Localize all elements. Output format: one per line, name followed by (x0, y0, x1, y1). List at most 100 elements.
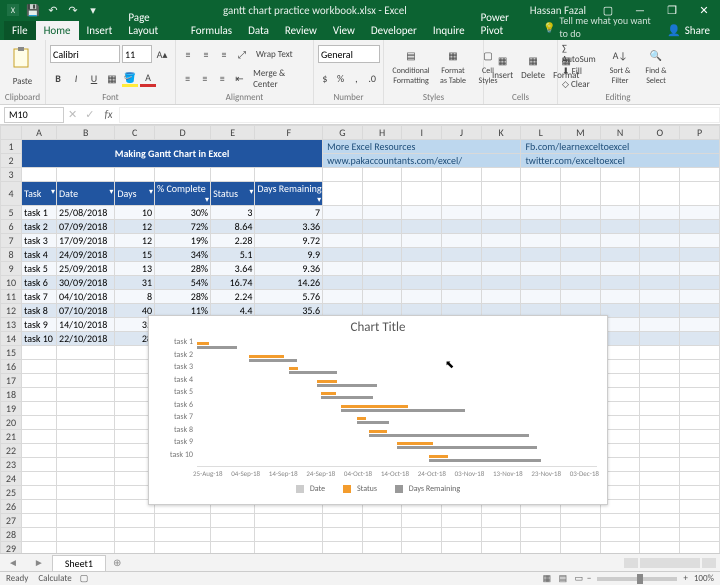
cell[interactable] (561, 514, 601, 528)
cell[interactable]: task 9 (22, 318, 57, 332)
cell[interactable]: 3.36 (255, 220, 323, 234)
align-top-icon[interactable]: ≡ (180, 46, 196, 62)
cell[interactable] (640, 514, 680, 528)
sheet-nav-next-icon[interactable]: ► (26, 556, 52, 569)
cell[interactable] (22, 528, 57, 542)
underline-icon[interactable]: U (86, 71, 102, 87)
col-header[interactable]: K (481, 126, 521, 140)
cell[interactable] (22, 430, 57, 444)
merge-center-button[interactable]: Merge & Center (253, 68, 309, 90)
cell[interactable] (640, 388, 680, 402)
decimal-inc-icon[interactable]: .0 (365, 71, 379, 87)
cell[interactable] (640, 430, 680, 444)
table-header[interactable]: Task▾ (22, 182, 57, 206)
col-header[interactable]: H (362, 126, 402, 140)
align-mid-icon[interactable]: ≡ (198, 46, 214, 62)
cell[interactable]: 5.76 (255, 290, 323, 304)
cell[interactable]: task 6 (22, 276, 57, 290)
save-icon[interactable]: 💾 (26, 3, 40, 17)
cell[interactable] (211, 528, 255, 542)
cell[interactable]: 24/09/2018 (57, 248, 115, 262)
tab-view[interactable]: View (325, 21, 363, 40)
col-header[interactable]: E (211, 126, 255, 140)
cell[interactable] (57, 486, 115, 500)
cell[interactable] (155, 528, 211, 542)
format-as-table-button[interactable]: ▦Format as Table (434, 42, 472, 91)
fill-color-icon[interactable]: 🪣 (122, 71, 138, 87)
row-header[interactable]: 1 (1, 140, 22, 154)
cell[interactable]: 31 (115, 276, 155, 290)
font-color-icon[interactable]: A (140, 71, 156, 87)
table-header[interactable]: Days▾ (115, 182, 155, 206)
cell[interactable] (680, 458, 720, 472)
cell[interactable]: 2.24 (211, 290, 255, 304)
tab-formulas[interactable]: Formulas (183, 21, 240, 40)
tab-insert[interactable]: Insert (79, 21, 121, 40)
cell[interactable] (640, 528, 680, 542)
zoom-out-icon[interactable]: − (587, 573, 591, 584)
cell[interactable] (115, 528, 155, 542)
font-name-combo[interactable] (50, 45, 120, 63)
cell[interactable] (680, 416, 720, 430)
fill-button[interactable]: ⬇ Fill (562, 66, 602, 77)
cell[interactable] (680, 374, 720, 388)
cell[interactable] (680, 472, 720, 486)
tab-developer[interactable]: Developer (363, 21, 425, 40)
cell[interactable] (22, 402, 57, 416)
cell[interactable] (57, 528, 115, 542)
cell[interactable] (57, 444, 115, 458)
cell[interactable]: 14/10/2018 (57, 318, 115, 332)
cell[interactable]: 30% (155, 206, 211, 220)
font-size-combo[interactable] (122, 45, 152, 63)
sort-filter-button[interactable]: A↓Sort & Filter (602, 42, 638, 91)
cell[interactable] (211, 514, 255, 528)
cell[interactable] (680, 528, 720, 542)
cell[interactable] (57, 346, 115, 360)
undo-icon[interactable]: ↶ (46, 3, 60, 17)
cell[interactable] (22, 444, 57, 458)
cell[interactable] (255, 514, 323, 528)
cell[interactable] (442, 528, 482, 542)
cell[interactable]: 12 (115, 234, 155, 248)
cell[interactable]: task 5 (22, 262, 57, 276)
cell[interactable]: 72% (155, 220, 211, 234)
col-header[interactable]: A (22, 126, 57, 140)
share-button[interactable]: 👤Share (657, 21, 720, 40)
tab-home[interactable]: Home (36, 21, 79, 40)
formula-input[interactable] (119, 107, 720, 123)
col-header[interactable]: F (255, 126, 323, 140)
cell[interactable]: 3.64 (211, 262, 255, 276)
cell[interactable] (521, 528, 561, 542)
fx-icon[interactable]: fx (98, 108, 118, 121)
clear-button[interactable]: ◇ Clear (562, 79, 602, 90)
cell[interactable] (57, 458, 115, 472)
cancel-fx-icon[interactable]: ✕ (64, 108, 81, 121)
cell[interactable]: 15 (115, 248, 155, 262)
table-header[interactable]: % Complete▾ (155, 182, 211, 206)
table-header[interactable]: Status▾ (211, 182, 255, 206)
cell[interactable] (57, 430, 115, 444)
cell[interactable]: 19% (155, 234, 211, 248)
cell[interactable] (362, 514, 402, 528)
cell[interactable] (481, 514, 521, 528)
cell[interactable]: 25/09/2018 (57, 262, 115, 276)
cell[interactable]: 25/08/2018 (57, 206, 115, 220)
table-header[interactable]: Days Remaining▾ (255, 182, 323, 206)
col-header[interactable]: G (323, 126, 363, 140)
cell[interactable] (680, 402, 720, 416)
insert-cells-button[interactable]: ▦Insert (488, 42, 517, 91)
cell[interactable] (600, 514, 640, 528)
zoom-slider[interactable] (597, 577, 677, 581)
cell[interactable]: 04/10/2018 (57, 290, 115, 304)
cell[interactable]: 07/09/2018 (57, 220, 115, 234)
col-header[interactable]: N (600, 126, 640, 140)
cell[interactable]: task 10 (22, 332, 57, 346)
cell[interactable] (640, 416, 680, 430)
paste-button[interactable]: Paste (4, 42, 41, 91)
cell[interactable]: 9.72 (255, 234, 323, 248)
cell[interactable] (362, 528, 402, 542)
table-header[interactable]: Date▾ (57, 182, 115, 206)
cell[interactable]: 14.26 (255, 276, 323, 290)
cell[interactable] (57, 388, 115, 402)
cell[interactable] (22, 416, 57, 430)
